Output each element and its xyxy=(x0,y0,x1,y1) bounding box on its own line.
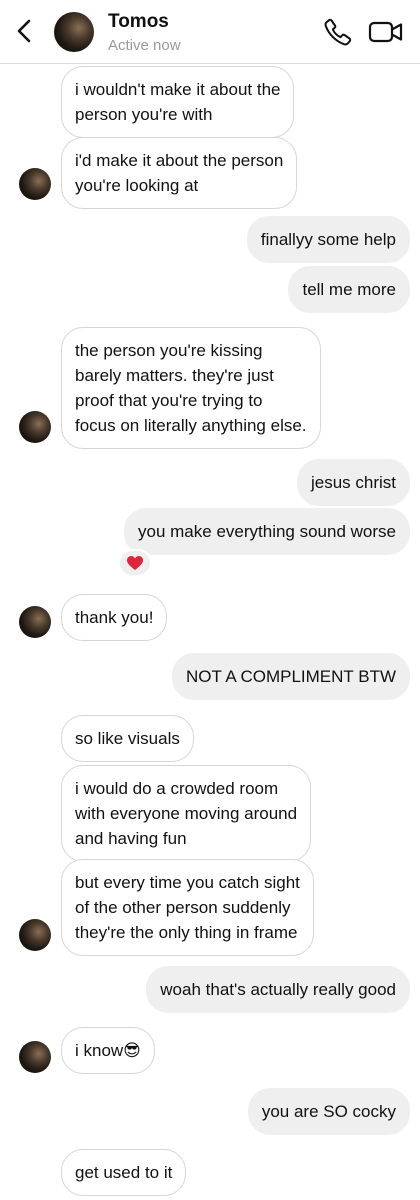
message-line: but every time you catch sight xyxy=(75,873,300,892)
message-line: i know😎 xyxy=(75,1041,141,1060)
phone-icon xyxy=(324,18,352,46)
sender-avatar[interactable] xyxy=(19,919,51,951)
message-line: of the other person suddenly xyxy=(75,898,291,917)
message-bubble-incoming[interactable]: i'd make it about the person you're look… xyxy=(61,137,298,209)
back-button[interactable] xyxy=(12,16,38,46)
message-bubble-outgoing[interactable]: NOT A COMPLIMENT BTW xyxy=(171,653,410,700)
message-bubble-outgoing[interactable]: jesus christ xyxy=(296,459,410,506)
message-bubble-incoming[interactable]: but every time you catch sight of the ot… xyxy=(61,859,314,956)
message-bubble-outgoing[interactable]: you are SO cocky xyxy=(247,1088,410,1135)
message-bubble-incoming[interactable]: i would do a crowded room with everyone … xyxy=(61,765,312,862)
message-line: tell me more xyxy=(302,280,396,299)
message-line: finallyy some help xyxy=(260,230,396,249)
contact-name[interactable]: Tomos xyxy=(108,11,169,33)
message-thread[interactable]: i wouldn't make it about the person you'… xyxy=(0,0,420,1200)
chat-header: Tomos Active now xyxy=(0,0,420,64)
message-bubble-outgoing[interactable]: finallyy some help xyxy=(246,216,410,263)
message-line: the person you're kissing xyxy=(75,341,263,360)
message-line: you make everything sound worse xyxy=(138,522,396,541)
message-line: so like visuals xyxy=(75,729,180,748)
message-line: and having fun xyxy=(75,829,187,848)
message-line: i wouldn't make it about the xyxy=(75,80,281,99)
message-line: woah that's actually really good xyxy=(160,980,396,999)
sender-avatar[interactable] xyxy=(19,606,51,638)
message-line: i would do a crowded room xyxy=(75,779,279,798)
message-line: they're the only thing in frame xyxy=(75,923,298,942)
message-bubble-incoming[interactable]: get used to it xyxy=(61,1149,187,1196)
message-line: jesus christ xyxy=(310,473,396,492)
message-bubble-incoming[interactable]: i know😎 xyxy=(61,1027,155,1074)
heart-icon xyxy=(127,556,143,570)
chevron-left-icon xyxy=(17,19,31,43)
message-line: you are SO cocky xyxy=(261,1102,396,1121)
message-line: proof that you're trying to xyxy=(75,391,263,410)
message-line: focus on literally anything else. xyxy=(75,416,307,435)
message-line: barely matters. they're just xyxy=(75,366,274,385)
message-bubble-outgoing[interactable]: woah that's actually really good xyxy=(146,966,410,1013)
message-bubble-incoming[interactable]: the person you're kissing barely matters… xyxy=(61,327,321,449)
message-line: i'd make it about the person xyxy=(75,151,284,170)
sender-avatar[interactable] xyxy=(19,1041,51,1073)
message-bubble-outgoing[interactable]: tell me more xyxy=(288,266,410,313)
message-line: you're looking at xyxy=(75,176,199,195)
call-button[interactable] xyxy=(322,16,354,48)
contact-status: Active now xyxy=(108,37,181,54)
sender-avatar[interactable] xyxy=(19,168,51,200)
message-line: person you're with xyxy=(75,105,213,124)
message-bubble-outgoing[interactable]: you make everything sound worse xyxy=(124,508,410,555)
message-line: get used to it xyxy=(75,1163,173,1182)
video-call-button[interactable] xyxy=(368,18,404,46)
message-bubble-incoming[interactable]: i wouldn't make it about the person you'… xyxy=(61,66,295,138)
heart-reaction[interactable] xyxy=(118,549,152,577)
message-line: NOT A COMPLIMENT BTW xyxy=(185,667,396,686)
message-bubble-incoming[interactable]: so like visuals xyxy=(61,715,194,762)
video-camera-icon xyxy=(368,21,403,43)
message-line: thank you! xyxy=(75,608,154,627)
message-line: with everyone moving around xyxy=(75,804,298,823)
sender-avatar[interactable] xyxy=(19,411,51,443)
contact-avatar[interactable] xyxy=(54,12,94,52)
message-bubble-incoming[interactable]: thank you! xyxy=(61,594,168,641)
